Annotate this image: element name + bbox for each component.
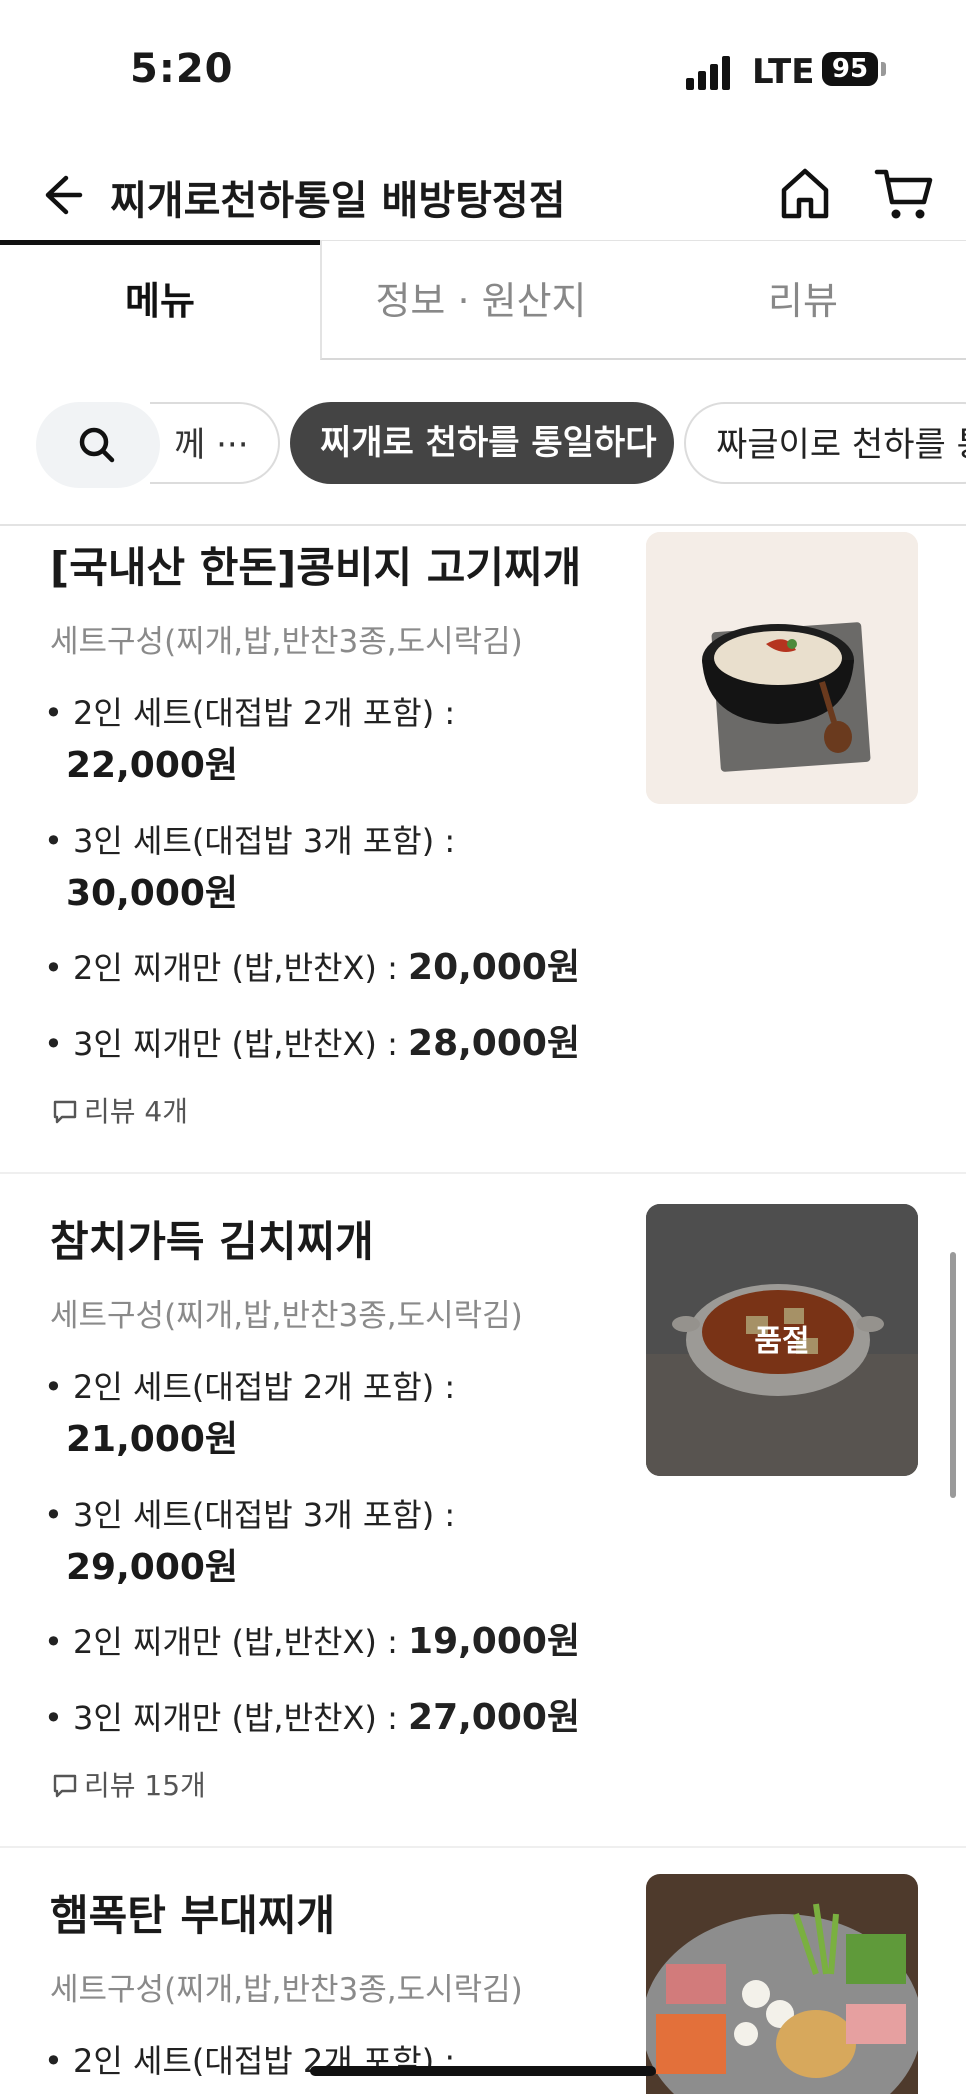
option-label: • 2인 세트(대접밥 2개 포함) : xyxy=(44,1368,456,1406)
option-label: • 3인 세트(대접밥 3개 포함) : xyxy=(44,1496,456,1534)
food-photo-army-stew xyxy=(646,1874,918,2094)
item-divider xyxy=(0,1846,966,1848)
food-photo-bean-stew xyxy=(646,532,918,804)
comment-icon xyxy=(53,1100,77,1124)
menu-search-button[interactable] xyxy=(36,402,160,488)
menu-item[interactable]: [국내산 한돈]콩비지 고기찌개 세트구성(찌개,밥,반찬3종,도시락김) • … xyxy=(0,526,966,1160)
item-photo[interactable]: 품절 xyxy=(646,1204,918,1476)
option-label: • 2인 찌개만 (밥,반찬X) : xyxy=(44,1623,409,1661)
scrollbar[interactable] xyxy=(950,1252,956,1498)
item-divider xyxy=(0,1172,966,1174)
option-price: 22,000원 xyxy=(66,745,239,786)
review-link[interactable]: 리뷰 4개 xyxy=(52,1090,188,1130)
comment-icon xyxy=(53,1774,77,1798)
item-description: 세트구성(찌개,밥,반찬3종,도시락김) xyxy=(50,624,523,660)
category-chip[interactable]: 짜글이로 천하를 통일하다 xyxy=(684,402,966,484)
tab-info[interactable]: 정보 · 원산지 xyxy=(320,240,640,360)
item-description: 세트구성(찌개,밥,반찬3종,도시락김) xyxy=(50,1298,523,1334)
option-label: • 2인 세트(대접밥 2개 포함) : xyxy=(44,694,456,732)
category-chips: 께 ··· 찌개로 천하를 통일하다 짜글이로 천하를 통일하다 xyxy=(0,398,966,490)
option-label: • 3인 찌개만 (밥,반찬X) : xyxy=(44,1699,409,1737)
option-label: • 2인 찌개만 (밥,반찬X) : xyxy=(44,949,409,987)
option-line: • 2인 찌개만 (밥,반찬X) : 19,000원 xyxy=(44,1612,580,1664)
category-chip-active[interactable]: 찌개로 천하를 통일하다 xyxy=(290,402,674,484)
store-title: 찌개로천하통일 배방탕정점 xyxy=(110,178,566,224)
store-header: 찌개로천하통일 배방탕정점 xyxy=(0,150,966,240)
review-count: 리뷰 4개 xyxy=(84,1095,188,1128)
option-line: • 3인 찌개만 (밥,반찬X) : 27,000원 xyxy=(44,1688,580,1740)
home-icon[interactable] xyxy=(776,164,834,222)
status-bar: 5:20 LTE 95 xyxy=(0,0,966,140)
option-price: 29,000원 xyxy=(66,1547,239,1588)
battery-nub xyxy=(881,62,886,76)
option-price: 27,000원 xyxy=(408,1697,581,1738)
review-count: 리뷰 15개 xyxy=(84,1769,206,1802)
sold-out-badge: 품절 xyxy=(754,1324,810,1359)
cart-icon[interactable] xyxy=(874,164,934,222)
option-price: 30,000원 xyxy=(66,873,239,914)
item-name: 참치가득 김치찌개 xyxy=(50,1217,374,1266)
option-price: 19,000원 xyxy=(408,1621,581,1662)
menu-item[interactable]: 참치가득 김치찌개 세트구성(찌개,밥,반찬3종,도시락김) • 2인 세트(대… xyxy=(0,1200,966,1834)
item-photo[interactable] xyxy=(646,532,918,804)
tab-bar: 메뉴 정보 · 원산지 리뷰 xyxy=(0,240,966,364)
option-line: • 2인 찌개만 (밥,반찬X) : 20,000원 xyxy=(44,938,580,990)
option-label: • 3인 찌개만 (밥,반찬X) : xyxy=(44,1025,409,1063)
network-label: LTE xyxy=(752,52,815,92)
tab-reviews[interactable]: 리뷰 xyxy=(640,240,966,360)
signal-icon xyxy=(686,54,738,90)
option-line: • 3인 찌개만 (밥,반찬X) : 28,000원 xyxy=(44,1014,580,1066)
option-price: 20,000원 xyxy=(408,947,581,988)
item-description: 세트구성(찌개,밥,반찬3종,도시락김) xyxy=(50,1972,523,2008)
menu-item[interactable]: 햄폭탄 부대찌개 세트구성(찌개,밥,반찬3종,도시락김) • 2인 세트(대접… xyxy=(0,1874,966,2094)
battery-icon: 95 xyxy=(822,52,878,86)
tab-menu[interactable]: 메뉴 xyxy=(0,240,320,360)
option-label: • 3인 세트(대접밥 3개 포함) : xyxy=(44,822,456,860)
option-price: 21,000원 xyxy=(66,1419,239,1460)
status-time: 5:20 xyxy=(130,46,234,92)
category-chip[interactable]: 께 ··· xyxy=(150,402,280,484)
review-link[interactable]: 리뷰 15개 xyxy=(52,1764,206,1804)
item-name: 햄폭탄 부대찌개 xyxy=(50,1891,336,1940)
option-price: 28,000원 xyxy=(408,1023,581,1064)
home-indicator[interactable] xyxy=(310,2066,656,2076)
item-name: [국내산 한돈]콩비지 고기찌개 xyxy=(50,543,582,592)
item-photo[interactable] xyxy=(646,1874,918,2094)
back-arrow-icon[interactable] xyxy=(36,170,86,220)
search-icon xyxy=(79,427,115,463)
